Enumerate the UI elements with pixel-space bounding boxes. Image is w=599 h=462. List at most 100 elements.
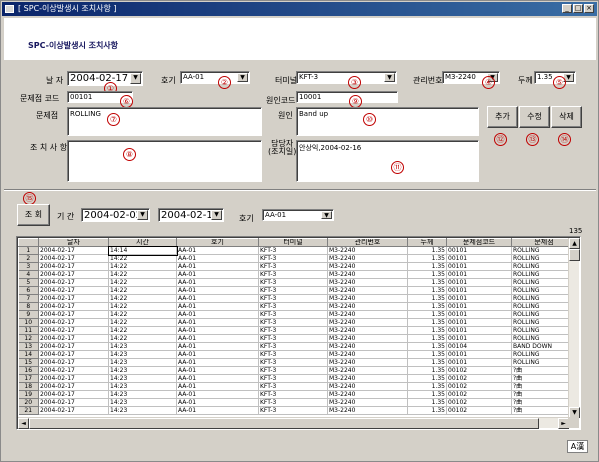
- table-cell[interactable]: 00102: [446, 374, 512, 383]
- cause-code-field[interactable]: 10001: [296, 91, 398, 103]
- table-row[interactable]: 8 2004-02-17 14:22 AA-01 KFT-3 M3-2240 1.35 001…: [18, 302, 577, 311]
- table-cell[interactable]: ROLLING: [511, 350, 577, 359]
- table-cell[interactable]: 2004-02-17: [38, 390, 109, 399]
- table-cell[interactable]: 1.35: [407, 390, 447, 399]
- table-cell[interactable]: M3-2240: [327, 342, 408, 351]
- table-cell[interactable]: 00102: [446, 382, 512, 391]
- table-cell[interactable]: AA-01: [176, 270, 259, 279]
- table-cell[interactable]: ROLLING: [511, 286, 577, 295]
- table-cell[interactable]: ROLLING: [511, 334, 577, 343]
- table-cell[interactable]: 00101: [446, 310, 512, 319]
- table-row[interactable]: 17 2004-02-17 14:23 AA-01 KFT-3 M3-2240 1.35 00…: [18, 374, 577, 383]
- table-cell[interactable]: 1.35: [407, 334, 447, 343]
- table-cell[interactable]: KFT-3: [258, 382, 328, 391]
- terminal-select[interactable]: KFT-3 ▼: [296, 71, 397, 84]
- table-cell[interactable]: 00102: [446, 366, 512, 375]
- table-cell[interactable]: 00101: [446, 334, 512, 343]
- table-cell[interactable]: 00101: [446, 302, 512, 311]
- table-cell[interactable]: 14:22: [108, 334, 177, 343]
- table-cell[interactable]: ROLLING: [511, 302, 577, 311]
- table-cell[interactable]: 14:23: [108, 406, 177, 415]
- table-cell[interactable]: 2004-02-17: [38, 398, 109, 407]
- table-cell[interactable]: AA-01: [176, 254, 259, 263]
- table-cell[interactable]: 00101: [446, 278, 512, 287]
- table-cell[interactable]: M3-2240: [327, 390, 408, 399]
- column-header[interactable]: 시간: [108, 238, 177, 247]
- table-cell[interactable]: ROLLING: [511, 270, 577, 279]
- column-header[interactable]: 호기: [176, 238, 259, 247]
- table-cell[interactable]: KFT-3: [258, 342, 328, 351]
- table-cell[interactable]: 2004-02-17: [38, 270, 109, 279]
- table-cell[interactable]: AA-01: [176, 374, 259, 383]
- table-cell[interactable]: ?曲: [511, 398, 577, 407]
- table-cell[interactable]: AA-01: [176, 302, 259, 311]
- add-button[interactable]: 추가: [487, 106, 518, 128]
- table-cell[interactable]: ROLLING: [511, 278, 577, 287]
- table-cell[interactable]: 00102: [446, 398, 512, 407]
- table-cell[interactable]: ROLLING: [511, 294, 577, 303]
- table-cell[interactable]: KFT-3: [258, 254, 328, 263]
- table-cell[interactable]: M3-2240: [327, 302, 408, 311]
- table-cell[interactable]: 00104: [446, 342, 512, 351]
- table-cell[interactable]: ROLLING: [511, 318, 577, 327]
- table-cell[interactable]: 00101: [446, 262, 512, 271]
- cause-memo[interactable]: Band up: [296, 107, 479, 136]
- column-header[interactable]: 관리번호: [327, 238, 408, 247]
- table-row[interactable]: 21 2004-02-17 14:23 AA-01 KFT-3 M3-2240 1.35 00…: [18, 406, 577, 415]
- table-cell[interactable]: 00102: [446, 390, 512, 399]
- table-cell[interactable]: 14:23: [108, 350, 177, 359]
- table-cell[interactable]: 1.35: [407, 294, 447, 303]
- table-cell[interactable]: KFT-3: [258, 310, 328, 319]
- edit-button[interactable]: 수정: [519, 106, 550, 128]
- table-cell[interactable]: ?曲: [511, 406, 577, 415]
- table-cell[interactable]: 1.35: [407, 382, 447, 391]
- table-cell[interactable]: KFT-3: [258, 326, 328, 335]
- chevron-down-icon[interactable]: ▼: [237, 73, 248, 82]
- table-cell[interactable]: 1.35: [407, 286, 447, 295]
- end-date-picker[interactable]: 2004-02-18 ▼: [158, 208, 224, 222]
- table-row[interactable]: 10 2004-02-17 14:22 AA-01 KFT-3 M3-2240 1.35 00…: [18, 318, 577, 327]
- table-cell[interactable]: M3-2240: [327, 382, 408, 391]
- table-cell[interactable]: AA-01: [176, 366, 259, 375]
- table-cell[interactable]: KFT-3: [258, 406, 328, 415]
- close-button[interactable]: ×: [584, 4, 594, 13]
- column-header[interactable]: 문제점코드: [446, 238, 512, 247]
- table-cell[interactable]: KFT-3: [258, 398, 328, 407]
- action-memo[interactable]: [67, 140, 262, 182]
- table-cell[interactable]: 00101: [446, 326, 512, 335]
- table-cell[interactable]: ROLLING: [511, 326, 577, 335]
- table-row[interactable]: 15 2004-02-17 14:23 AA-01 KFT-3 M3-2240 1.35 00…: [18, 358, 577, 367]
- table-cell[interactable]: KFT-3: [258, 286, 328, 295]
- table-cell[interactable]: 2004-02-17: [38, 310, 109, 319]
- table-row[interactable]: 7 2004-02-17 14:22 AA-01 KFT-3 M3-2240 1.35 001…: [18, 294, 577, 303]
- delete-button[interactable]: 삭제: [551, 106, 582, 128]
- table-cell[interactable]: ROLLING: [511, 254, 577, 263]
- table-cell[interactable]: AA-01: [176, 398, 259, 407]
- table-cell[interactable]: 2004-02-17: [38, 406, 109, 415]
- table-cell[interactable]: 1.35: [407, 302, 447, 311]
- table-cell[interactable]: KFT-3: [258, 350, 328, 359]
- table-cell[interactable]: 1.35: [407, 326, 447, 335]
- table-cell[interactable]: AA-01: [176, 350, 259, 359]
- table-cell[interactable]: 14:23: [108, 358, 177, 367]
- table-cell[interactable]: KFT-3: [258, 262, 328, 271]
- scroll-thumb[interactable]: [569, 249, 580, 261]
- chevron-down-icon[interactable]: ▼: [384, 73, 395, 82]
- table-cell[interactable]: AA-01: [176, 358, 259, 367]
- table-cell[interactable]: M3-2240: [327, 358, 408, 367]
- table-cell[interactable]: 2004-02-17: [38, 254, 109, 263]
- table-cell[interactable]: AA-01: [176, 286, 259, 295]
- column-header[interactable]: [18, 238, 39, 247]
- table-row[interactable]: 4 2004-02-17 14:22 AA-01 KFT-3 M3-2240 1.35 001…: [18, 270, 577, 279]
- table-cell[interactable]: ?曲: [511, 374, 577, 383]
- table-cell[interactable]: 14:22: [108, 262, 177, 271]
- table-cell[interactable]: KFT-3: [258, 302, 328, 311]
- table-cell[interactable]: 2004-02-17: [38, 374, 109, 383]
- table-cell[interactable]: 1.35: [407, 262, 447, 271]
- table-cell[interactable]: M3-2240: [327, 366, 408, 375]
- table-cell[interactable]: 00101: [446, 350, 512, 359]
- table-cell[interactable]: M3-2240: [327, 398, 408, 407]
- table-cell[interactable]: 14:22: [108, 254, 177, 263]
- table-cell[interactable]: M3-2240: [327, 286, 408, 295]
- table-cell[interactable]: 1.35: [407, 310, 447, 319]
